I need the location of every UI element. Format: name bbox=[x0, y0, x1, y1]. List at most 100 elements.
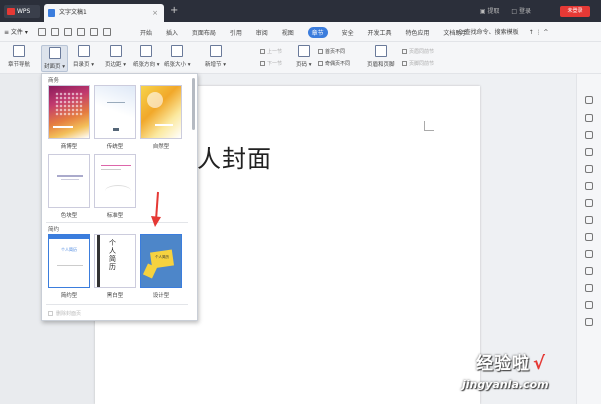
menu-tab-page-layout[interactable]: 页面布局 bbox=[192, 28, 216, 37]
command-search[interactable]: Q 查找命令、搜索模板 bbox=[458, 29, 519, 36]
watermark-check-icon: √ bbox=[533, 353, 546, 374]
extract-button[interactable]: ▣ 提取 bbox=[480, 8, 500, 15]
cover-page-icon bbox=[48, 47, 61, 59]
template-nature-thumbnail bbox=[140, 85, 182, 139]
next-section-button[interactable]: 下一节 bbox=[260, 60, 282, 67]
star-icon[interactable] bbox=[585, 182, 593, 190]
wps-tab-label: WPS bbox=[17, 8, 31, 15]
image-icon[interactable] bbox=[585, 267, 593, 275]
menu-tab-references[interactable]: 引用 bbox=[230, 28, 242, 37]
page-number-button[interactable]: 页码 ▾ bbox=[296, 45, 312, 68]
margins-button[interactable]: 页边距 ▾ bbox=[105, 45, 126, 68]
database-icon[interactable] bbox=[585, 233, 593, 241]
delete-cover-page-label: 删除封面页 bbox=[56, 311, 82, 317]
previous-section-button[interactable]: 上一节 bbox=[260, 48, 282, 55]
checkbox-icon bbox=[402, 49, 407, 54]
section-navigation-button[interactable]: 章节导航 bbox=[8, 45, 30, 68]
template-black-white[interactable]: 个 人 简 历 黑白型 bbox=[94, 234, 136, 299]
cover-page-button[interactable]: 封面页 ▾ bbox=[41, 45, 69, 72]
list-icon[interactable] bbox=[585, 165, 593, 173]
odd-even-different-checkbox[interactable]: 奇偶页不同 bbox=[318, 60, 350, 67]
redo-icon[interactable] bbox=[102, 28, 111, 36]
translate-icon[interactable] bbox=[585, 216, 593, 224]
share-icon[interactable] bbox=[585, 199, 593, 207]
backup-icon[interactable] bbox=[585, 250, 593, 258]
menu-tab-insert[interactable]: 插入 bbox=[166, 28, 178, 37]
template-name: 自然型 bbox=[152, 144, 170, 150]
header-footer-button[interactable]: 页眉和页脚 bbox=[367, 45, 395, 68]
thumb-dots-decoration bbox=[55, 92, 83, 116]
section-divider bbox=[46, 222, 188, 223]
adjust-icon[interactable] bbox=[585, 148, 593, 156]
template-traditional[interactable]: 传统型 bbox=[94, 85, 136, 150]
thumb-left-band bbox=[97, 235, 100, 287]
pencil-icon[interactable] bbox=[585, 96, 593, 104]
footer-same-as-previous-checkbox[interactable]: 页脚同前节 bbox=[402, 60, 434, 67]
clock-icon[interactable] bbox=[585, 301, 593, 309]
template-business[interactable]: 商博型 bbox=[48, 85, 90, 150]
menu-tab-home[interactable]: 开始 bbox=[140, 28, 152, 37]
thumb-vertical-title: 个 人 简 历 bbox=[109, 239, 116, 271]
thumb-line-decoration bbox=[105, 185, 131, 197]
thumb-title-char: 历 bbox=[109, 263, 116, 271]
new-tab-button[interactable]: + bbox=[170, 5, 178, 17]
print-icon[interactable] bbox=[63, 28, 72, 36]
thumb-sun-decoration bbox=[147, 92, 163, 108]
cursor-icon[interactable] bbox=[585, 114, 593, 122]
arrow-head bbox=[151, 216, 161, 227]
document-cover-title[interactable]: 人封面 bbox=[197, 139, 272, 174]
different-first-page-label: 首页不同 bbox=[325, 49, 346, 55]
toc-page-button[interactable]: 目录页 ▾ bbox=[73, 45, 94, 68]
cover-page-dropdown: 商务 商博型 传统型 自然型 色块型 标准型 简约 个人简历 简约型 个 人 简… bbox=[41, 73, 198, 321]
odd-even-different-label: 奇偶页不同 bbox=[325, 61, 351, 67]
close-tab-icon[interactable]: × bbox=[152, 4, 158, 22]
help-icon[interactable] bbox=[585, 318, 593, 326]
template-simple[interactable]: 个人简历 简约型 bbox=[48, 234, 90, 299]
new-section-label: 新增节 ▾ bbox=[205, 62, 227, 68]
menu-tab-review[interactable]: 审阅 bbox=[256, 28, 268, 37]
file-menu[interactable]: ≡ 文件 ▾ bbox=[4, 27, 28, 36]
delete-cover-page-button[interactable]: 删除封面页 bbox=[48, 310, 81, 317]
dropdown-scrollbar-thumb[interactable] bbox=[192, 78, 195, 130]
template-name: 标准型 bbox=[106, 213, 124, 219]
ribbon: 章节导航 封面页 ▾ 目录页 ▾ 页边距 ▾ 纸张方向 ▾ 纸张大小 ▾ 新增节… bbox=[0, 42, 601, 74]
menu-tab-developer[interactable]: 开发工具 bbox=[368, 28, 392, 37]
different-first-page-checkbox[interactable]: 首页不同 bbox=[318, 48, 345, 55]
thumb-resume-title: 个人简历 bbox=[61, 247, 77, 252]
export-icon[interactable] bbox=[50, 28, 59, 36]
section-label-simple: 简约 bbox=[48, 227, 60, 233]
thumb-rule bbox=[101, 165, 131, 166]
thumb-title-char: 人 bbox=[109, 247, 116, 255]
login-button[interactable]: 未登录 bbox=[560, 6, 590, 17]
menu-right-icons[interactable]: ↑ ⋮ ^ bbox=[529, 29, 549, 36]
margin-corner-mark bbox=[424, 121, 434, 131]
account-button[interactable]: □ 登录 bbox=[511, 8, 531, 15]
template-design[interactable]: 个人简历 设计型 bbox=[140, 234, 182, 299]
shapes-icon[interactable] bbox=[585, 131, 593, 139]
template-color-block[interactable]: 色块型 bbox=[48, 154, 90, 219]
orientation-button[interactable]: 纸张方向 ▾ bbox=[133, 45, 160, 68]
undo-icon[interactable] bbox=[89, 28, 98, 36]
preview-icon[interactable] bbox=[76, 28, 85, 36]
template-standard[interactable]: 标准型 bbox=[94, 154, 136, 219]
header-same-as-previous-label: 页眉同前节 bbox=[409, 49, 435, 55]
menu-tab-view[interactable]: 视图 bbox=[282, 28, 294, 37]
template-nature[interactable]: 自然型 bbox=[140, 85, 182, 150]
wps-home-tab[interactable]: WPS bbox=[4, 5, 40, 18]
red-arrow-annotation bbox=[151, 191, 161, 227]
thumb-text-lines bbox=[155, 124, 173, 126]
menu-tab-special-apps[interactable]: 特色应用 bbox=[405, 28, 429, 37]
new-section-button[interactable]: 新增节 ▾ bbox=[205, 45, 226, 68]
checkbox-icon bbox=[402, 61, 407, 66]
info-icon[interactable] bbox=[585, 284, 593, 292]
template-name: 商博型 bbox=[60, 144, 78, 150]
dropdown-scrollbar[interactable] bbox=[191, 76, 197, 320]
new-section-icon bbox=[209, 45, 222, 57]
paper-size-button[interactable]: 纸张大小 ▾ bbox=[164, 45, 191, 68]
document-tab[interactable]: 文字文稿1 × bbox=[44, 4, 164, 22]
save-icon[interactable] bbox=[38, 28, 46, 36]
title-bar: WPS 文字文稿1 × + ▣ 提取 □ 登录 未登录 bbox=[0, 0, 601, 22]
menu-tab-security[interactable]: 安全 bbox=[342, 28, 354, 37]
header-same-as-previous-checkbox[interactable]: 页眉同前节 bbox=[402, 48, 434, 55]
menu-tab-section[interactable]: 章节 bbox=[307, 27, 328, 38]
